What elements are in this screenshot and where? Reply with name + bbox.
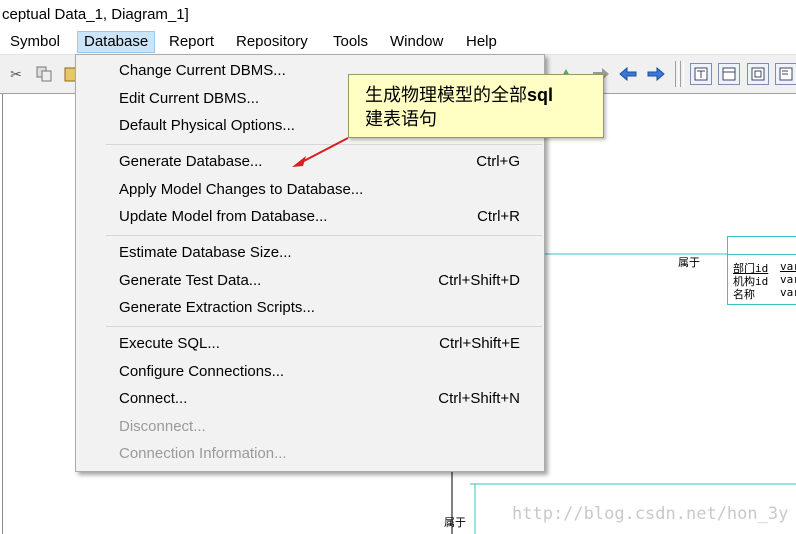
watermark: http://blog.csdn.net/hon_3y	[512, 504, 789, 524]
annotation-arrow-icon	[292, 137, 349, 167]
